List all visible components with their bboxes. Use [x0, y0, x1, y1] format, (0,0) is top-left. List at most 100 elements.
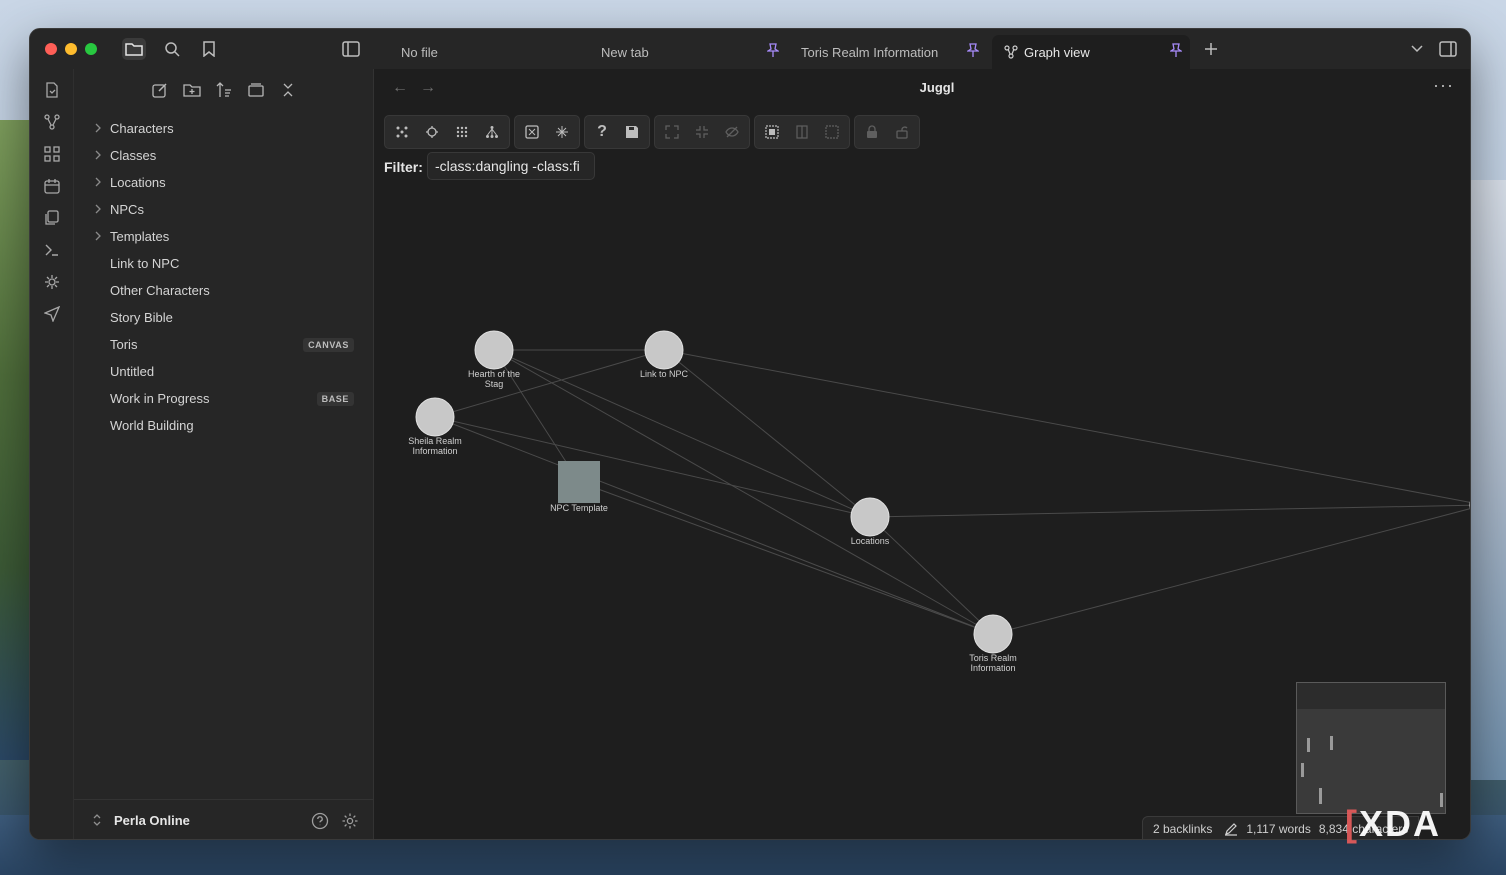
file-item-label: Untitled — [110, 364, 155, 379]
toggle-sidebar-icon[interactable] — [339, 38, 363, 60]
graph-node-shape[interactable] — [558, 461, 600, 503]
zoom-window-button[interactable] — [85, 43, 97, 55]
vault-switch-icon[interactable] — [92, 813, 102, 827]
save-icon[interactable] — [618, 119, 646, 145]
expand-selected-icon[interactable] — [658, 119, 686, 145]
graph-node-shape[interactable] — [415, 397, 455, 437]
file-story-bible[interactable]: Story Bible — [74, 304, 374, 331]
collapse-selected-icon[interactable] — [688, 119, 716, 145]
new-note-icon[interactable] — [149, 79, 171, 101]
plugin-settings-icon[interactable] — [41, 271, 63, 293]
select-all-icon[interactable] — [758, 119, 786, 145]
tab-no-file[interactable]: No file — [389, 35, 587, 69]
graph-minimap[interactable] — [1296, 682, 1446, 814]
graph-node-label: Toris — [1470, 519, 1471, 529]
backlinks-count[interactable]: 2 backlinks — [1153, 822, 1212, 836]
select-neighbours-icon[interactable] — [818, 119, 846, 145]
invert-selection-icon[interactable] — [788, 119, 816, 145]
pin-icon[interactable] — [965, 43, 981, 60]
hierarchy-layout-icon[interactable] — [478, 119, 506, 145]
graph-node-link[interactable]: Link to NPC — [640, 330, 689, 379]
graph-node-shape[interactable] — [644, 330, 684, 370]
folder-templates[interactable]: Templates — [74, 223, 374, 250]
help-icon[interactable] — [310, 811, 330, 831]
file-work-in-progress[interactable]: Work in Progress BASE — [74, 385, 374, 412]
file-item-label: World Building — [110, 418, 194, 433]
canvas-badge: CANVAS — [303, 338, 354, 352]
app-window: No file New tab Toris Realm Information … — [29, 28, 1471, 840]
graph-node-sheila[interactable]: Sheila RealmInformation — [408, 397, 462, 456]
local-mode-icon[interactable] — [548, 119, 576, 145]
graph-edge-locations-toris — [869, 504, 1470, 518]
graph-node-shape[interactable] — [850, 497, 890, 537]
folder-npcs[interactable]: NPCs — [74, 196, 374, 223]
command-palette-icon[interactable] — [41, 239, 63, 261]
folder-icon[interactable] — [122, 38, 146, 60]
vault-name[interactable]: Perla Online — [114, 813, 190, 828]
chevron-right-icon[interactable] — [94, 177, 102, 187]
chevron-right-icon[interactable] — [94, 123, 102, 133]
send-icon[interactable] — [41, 303, 63, 325]
file-other-characters[interactable]: Other Characters — [74, 277, 374, 304]
folder-classes[interactable]: Classes — [74, 142, 374, 169]
file-toris[interactable]: Toris CANVAS — [74, 331, 374, 358]
graph-node-shape[interactable] — [474, 330, 514, 370]
unlock-icon[interactable] — [888, 119, 916, 145]
file-world-building[interactable]: World Building — [74, 412, 374, 439]
minimize-window-button[interactable] — [65, 43, 77, 55]
chevron-right-icon[interactable] — [94, 204, 102, 214]
file-item-label: Other Characters — [110, 283, 210, 298]
templates-copy-icon[interactable] — [41, 207, 63, 229]
tab-new-tab[interactable]: New tab — [589, 35, 787, 69]
edit-pencil-icon[interactable] — [1224, 822, 1238, 836]
auto-reveal-icon[interactable] — [245, 79, 267, 101]
new-tab-plus-icon[interactable] — [1199, 38, 1223, 60]
graph-node-label: Stag — [485, 379, 504, 389]
pin-icon[interactable] — [1168, 43, 1184, 60]
folder-locations[interactable]: Locations — [74, 169, 374, 196]
graph-node-npc[interactable]: NPC Template — [550, 461, 608, 513]
graph-node-shape[interactable] — [973, 614, 1013, 654]
file-link-to-npc[interactable]: Link to NPC — [74, 250, 374, 277]
toggle-right-sidebar-icon[interactable] — [1436, 38, 1460, 60]
file-item-label: Characters — [110, 121, 174, 136]
fit-view-icon[interactable] — [518, 119, 546, 145]
chevron-right-icon[interactable] — [94, 150, 102, 160]
calendar-icon[interactable] — [41, 175, 63, 197]
lock-icon[interactable] — [858, 119, 886, 145]
close-window-button[interactable] — [45, 43, 57, 55]
tab-list-chevron-icon[interactable] — [1405, 38, 1429, 60]
chevron-right-icon[interactable] — [94, 231, 102, 241]
force-layout-icon[interactable] — [388, 119, 416, 145]
canvas-grid-icon[interactable] — [41, 143, 63, 165]
search-icon[interactable] — [160, 38, 184, 60]
switcher-icon[interactable] — [41, 79, 63, 101]
graph-edge-sheila-torisrealm — [434, 416, 994, 635]
grid-layout-icon[interactable] — [448, 119, 476, 145]
graph-node-label: Locations — [851, 536, 890, 546]
tab-graph-view[interactable]: Graph view — [992, 35, 1190, 69]
graph-view-icon[interactable] — [41, 111, 63, 133]
tab-label: Toris Realm Information — [801, 44, 939, 60]
graph-node-shape[interactable] — [1469, 491, 1471, 519]
graph-node-torisrealm[interactable]: Toris RealmInformation — [969, 614, 1017, 673]
graph-node-label: Hearth of the — [468, 369, 520, 379]
pin-icon[interactable] — [765, 43, 781, 60]
hide-selected-icon[interactable] — [718, 119, 746, 145]
filter-input[interactable] — [427, 152, 595, 180]
collapse-all-icon[interactable] — [277, 79, 299, 101]
tab-toris-realm-information[interactable]: Toris Realm Information — [789, 35, 987, 69]
help-question-icon[interactable]: ? — [588, 119, 616, 145]
settings-gear-icon[interactable] — [340, 811, 360, 831]
circle-layout-icon[interactable] — [418, 119, 446, 145]
base-badge: BASE — [316, 392, 354, 406]
sort-icon[interactable] — [213, 79, 235, 101]
more-options-icon[interactable]: ··· — [1433, 75, 1454, 96]
graph-node-locations[interactable]: Locations — [850, 497, 890, 546]
graph-edge-locations-torisrealm — [869, 516, 994, 635]
graph-node-toris[interactable]: Toris — [1469, 491, 1471, 529]
folder-characters[interactable]: Characters — [74, 115, 374, 142]
new-folder-icon[interactable] — [181, 79, 203, 101]
file-untitled[interactable]: Untitled — [74, 358, 374, 385]
bookmark-icon[interactable] — [197, 38, 221, 60]
